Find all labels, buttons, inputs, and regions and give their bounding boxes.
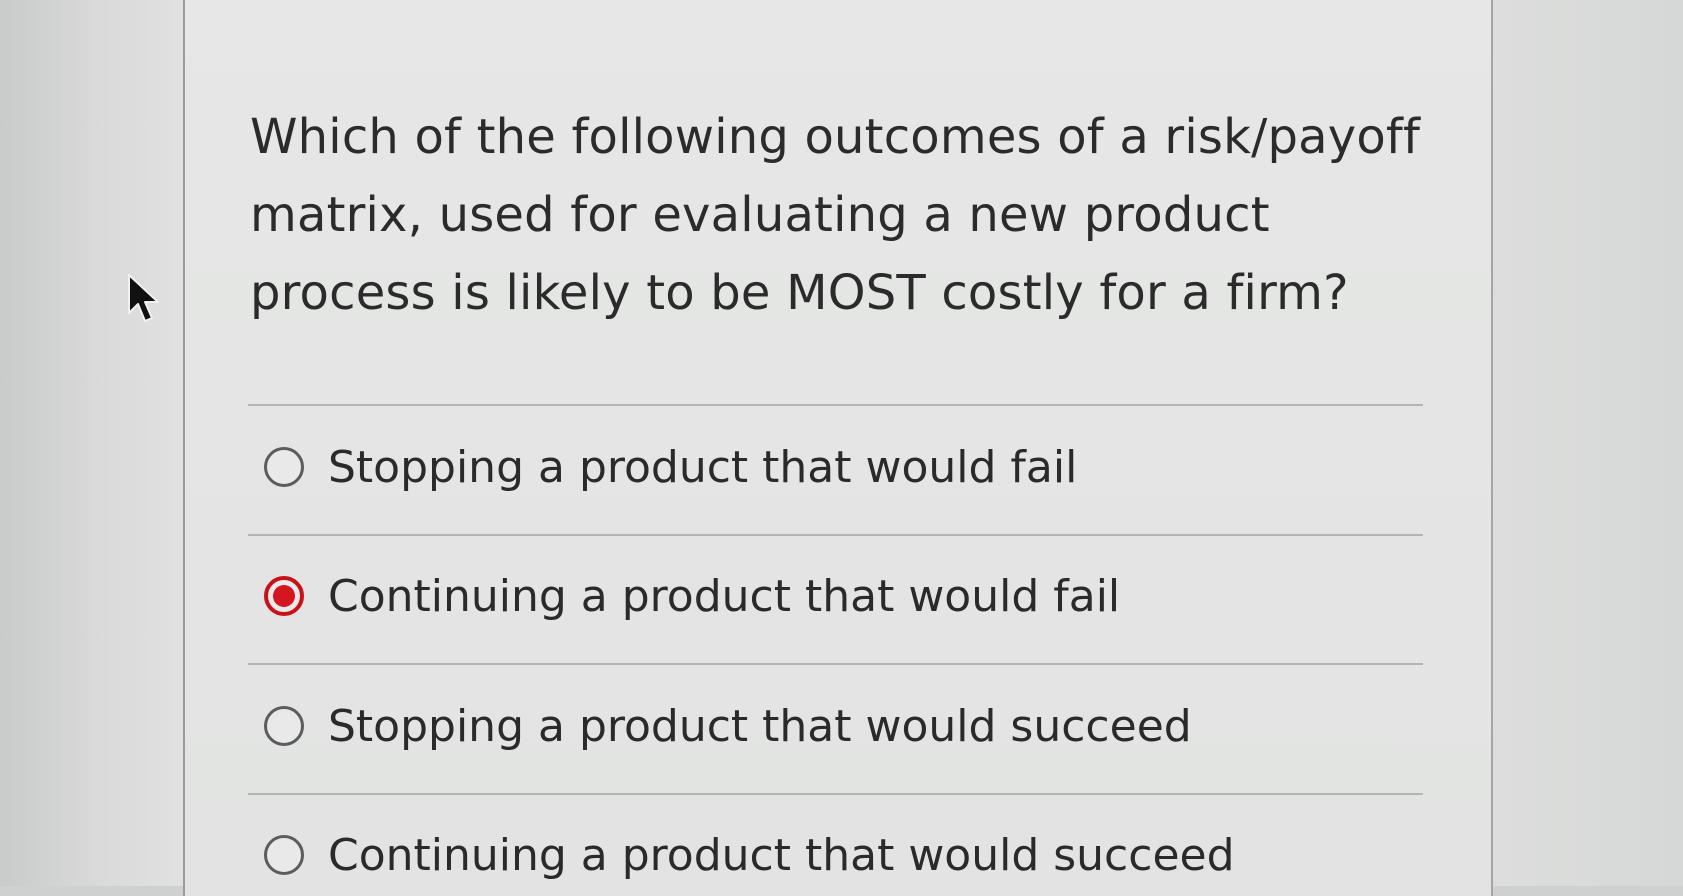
answer-option-4[interactable]: Continuing a product that would succeed [264, 820, 1235, 890]
radio-selected-dot-icon [273, 585, 295, 607]
answer-option-label: Stopping a product that would succeed [328, 700, 1192, 752]
answer-option-label: Continuing a product that would succeed [328, 829, 1235, 881]
answer-option-label: Stopping a product that would fail [328, 441, 1078, 493]
answer-option-2[interactable]: Continuing a product that would fail [264, 561, 1120, 631]
answer-option-3[interactable]: Stopping a product that would succeed [264, 691, 1192, 761]
answer-option-1[interactable]: Stopping a product that would fail [264, 432, 1077, 502]
radio-button-unselected[interactable] [264, 706, 304, 746]
mouse-pointer-icon [128, 274, 159, 322]
answer-divider [248, 793, 1423, 795]
radio-button-selected[interactable] [264, 576, 304, 616]
radio-button-unselected[interactable] [264, 835, 304, 875]
answer-option-label: Continuing a product that would fail [328, 570, 1121, 622]
answer-divider [248, 534, 1423, 536]
radio-button-unselected[interactable] [264, 447, 304, 487]
answer-divider [248, 404, 1423, 406]
answer-divider [248, 663, 1423, 665]
question-text: Which of the following outcomes of a ris… [250, 109, 1421, 321]
